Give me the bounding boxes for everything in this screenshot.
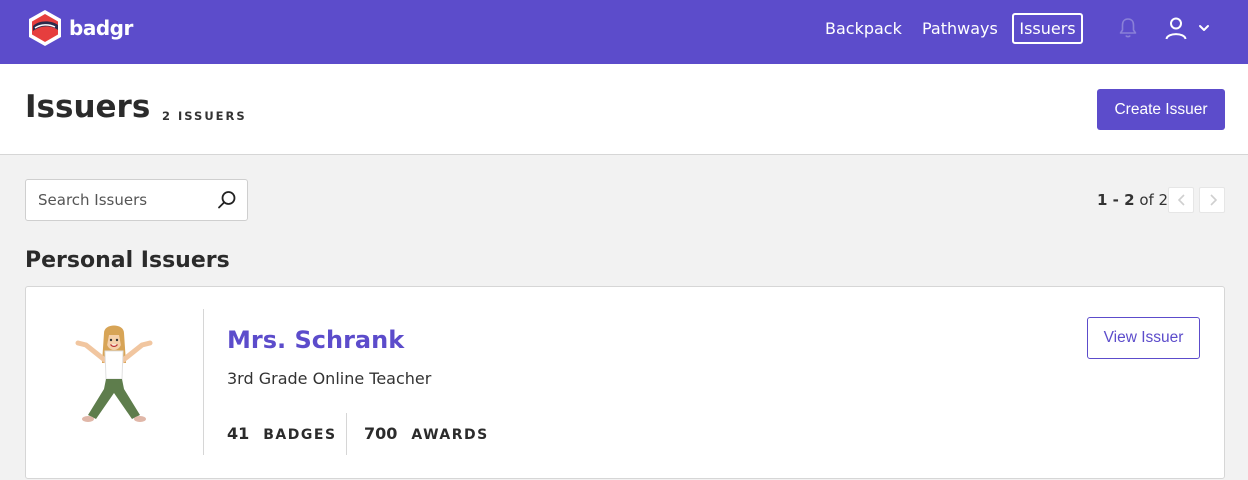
badgr-shield-icon <box>29 10 61 46</box>
user-icon[interactable] <box>1163 15 1189 41</box>
view-issuer-button[interactable]: View Issuer <box>1087 317 1200 359</box>
awards-stat: 700 AWARDS <box>364 424 489 443</box>
issuer-description: 3rd Grade Online Teacher <box>227 369 432 388</box>
awards-label: AWARDS <box>411 427 489 443</box>
issuer-card: Mrs. Schrank 3rd Grade Online Teacher 41… <box>25 286 1225 479</box>
badgr-logo[interactable]: badgr <box>25 8 133 48</box>
pagination-total: of 2 <box>1139 191 1169 209</box>
issuer-name-link[interactable]: Mrs. Schrank <box>227 326 404 354</box>
badges-stat: 41 BADGES <box>227 424 337 443</box>
nav-pathways[interactable]: Pathways <box>915 13 1005 44</box>
brand-name: badgr <box>69 16 133 40</box>
bell-icon[interactable] <box>1116 16 1140 40</box>
badges-count: 41 <box>227 424 250 443</box>
next-page-button[interactable] <box>1199 187 1225 213</box>
badges-label: BADGES <box>263 427 337 443</box>
card-divider <box>203 309 204 455</box>
nav-backpack[interactable]: Backpack <box>818 13 909 44</box>
stat-divider <box>346 413 347 455</box>
page-header: Issuers 2 ISSUERS Create Issuer <box>0 64 1248 155</box>
pagination-range: 1 - 2 <box>1097 191 1135 209</box>
top-navbar: badgr Backpack Pathways Issuers <box>0 0 1248 64</box>
create-issuer-button[interactable]: Create Issuer <box>1097 89 1225 130</box>
chevron-left-icon <box>1177 194 1185 206</box>
awards-count: 700 <box>364 424 398 443</box>
issuer-count: 2 ISSUERS <box>162 109 247 123</box>
chevron-down-icon[interactable] <box>1197 21 1211 35</box>
previous-page-button[interactable] <box>1168 187 1194 213</box>
nav-issuers[interactable]: Issuers <box>1012 13 1083 44</box>
pagination-summary: 1 - 2 of 2 <box>1097 191 1168 209</box>
search-input[interactable] <box>38 180 213 220</box>
search-box <box>25 179 248 221</box>
page-title: Issuers <box>25 89 151 125</box>
chevron-right-icon <box>1210 194 1218 206</box>
section-title: Personal Issuers <box>25 248 230 273</box>
search-icon[interactable] <box>217 190 237 210</box>
issuer-avatar <box>75 325 153 422</box>
